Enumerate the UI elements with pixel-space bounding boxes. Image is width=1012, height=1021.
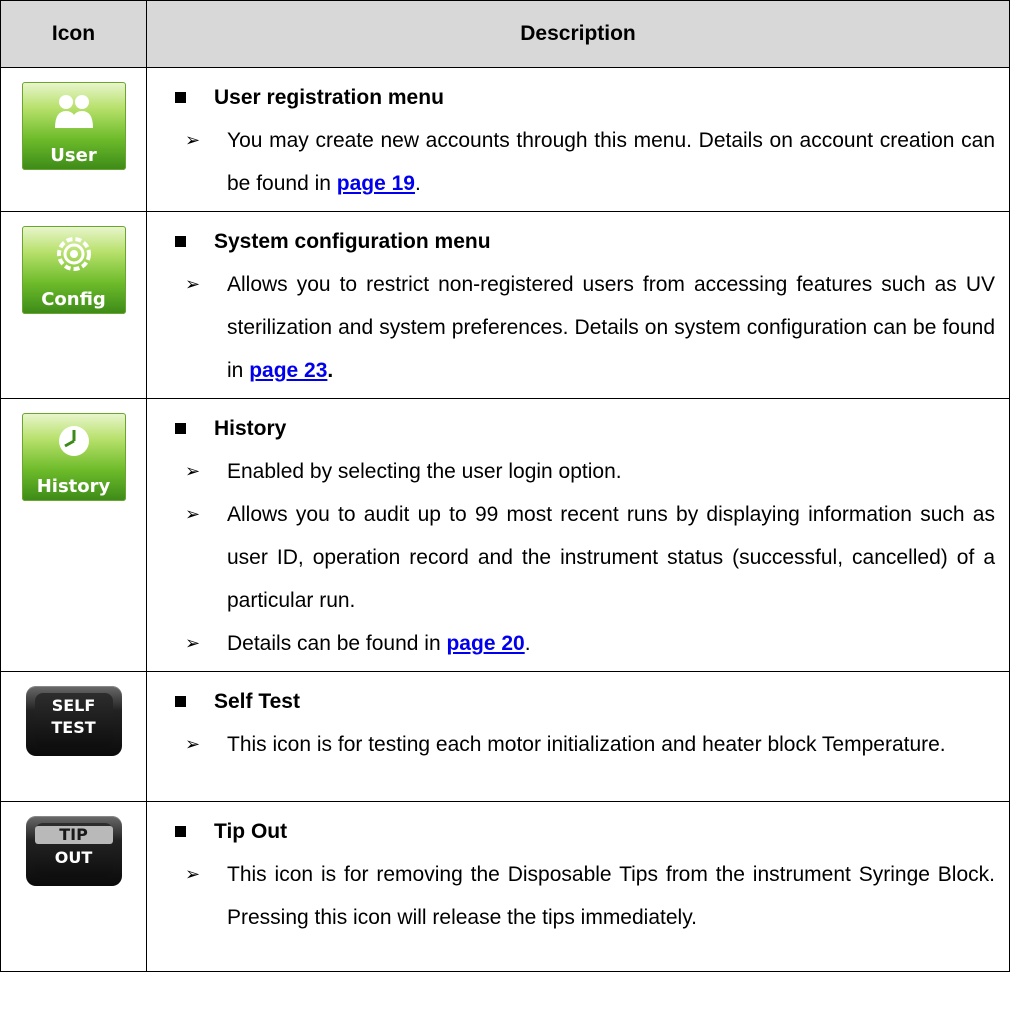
bullet-item: ➢ Allows you to restrict non-registered …: [165, 263, 995, 392]
table-header-row: Icon Description: [0, 0, 1010, 68]
description-cell: System configuration menu ➢ Allows you t…: [146, 211, 1010, 399]
row-title: History: [214, 417, 287, 440]
bullet-item: ➢ This icon is for removing the Disposab…: [165, 853, 995, 939]
row-title: Tip Out: [214, 820, 288, 843]
row-heading: System configuration menu: [165, 220, 995, 263]
row-heading: Tip Out: [165, 810, 995, 853]
bullet-text: Enabled by selecting the user login opti…: [227, 460, 622, 483]
tip-out-icon: TIP OUT: [25, 816, 122, 886]
icon-cell: History: [0, 398, 147, 672]
config-gear-icon: [56, 237, 91, 271]
bullet-item: ➢ You may create new accounts through th…: [165, 119, 995, 205]
bullet-text: Allows you to restrict non-registered us…: [227, 273, 995, 382]
bullet-item: ➢ This icon is for testing each motor in…: [165, 723, 995, 766]
arrow-bullet-icon: ➢: [185, 734, 201, 754]
tip-out-icon-line1: TIP: [34, 826, 113, 844]
bullet-text: Allows you to audit up to 99 most recent…: [227, 503, 995, 612]
row-title: User registration menu: [214, 86, 444, 109]
row-heading: User registration menu: [165, 76, 995, 119]
page-19-link[interactable]: page 19: [337, 172, 415, 195]
bullet-item: ➢ Enabled by selecting the user login op…: [165, 450, 995, 493]
square-bullet-icon: [175, 696, 186, 707]
arrow-bullet-icon: ➢: [185, 274, 201, 294]
arrow-bullet-icon: ➢: [185, 461, 201, 481]
page-23-link[interactable]: page 23: [249, 359, 327, 382]
bullet-text: Details can be found in page 20.: [227, 632, 531, 655]
table-row: History History ➢ Enabled by selecting t…: [0, 398, 1010, 672]
self-test-icon-line1: SELF: [51, 696, 96, 715]
table-row: Config System configuration menu ➢ Allow…: [0, 211, 1010, 399]
arrow-bullet-icon: ➢: [185, 633, 201, 653]
self-test-icon: SELF TEST: [25, 686, 122, 756]
description-cell: Tip Out ➢ This icon is for removing the …: [146, 801, 1010, 972]
page-20-link[interactable]: page 20: [446, 632, 524, 655]
history-clock-icon: [58, 426, 89, 456]
self-test-icon-line2: TEST: [51, 718, 96, 737]
user-icon-label: User: [50, 145, 97, 166]
square-bullet-icon: [175, 236, 186, 247]
table-row: TIP OUT Tip Out ➢ This icon is for remov…: [0, 801, 1010, 972]
description-cell: Self Test ➢ This icon is for testing eac…: [146, 671, 1010, 802]
icon-cell: Config: [0, 211, 147, 399]
arrow-bullet-icon: ➢: [185, 864, 201, 884]
square-bullet-icon: [175, 92, 186, 103]
header-description: Description: [146, 0, 1010, 68]
row-heading: History: [165, 407, 995, 450]
square-bullet-icon: [175, 423, 186, 434]
icon-description-table: Icon Description User User registration …: [0, 0, 1010, 972]
user-icon: User: [21, 82, 126, 170]
history-icon-label: History: [36, 476, 111, 497]
icon-cell: SELF TEST: [0, 671, 147, 802]
table-row: User User registration menu ➢ You may cr…: [0, 67, 1010, 212]
config-icon-label: Config: [41, 289, 106, 310]
icon-cell: TIP OUT: [0, 801, 147, 972]
row-title: Self Test: [214, 690, 300, 713]
description-cell: History ➢ Enabled by selecting the user …: [146, 398, 1010, 672]
row-heading: Self Test: [165, 680, 995, 723]
table-row: SELF TEST Self Test ➢ This icon is for t…: [0, 671, 1010, 802]
bullet-text: This icon is for removing the Disposable…: [227, 863, 995, 929]
arrow-bullet-icon: ➢: [185, 130, 201, 150]
icon-cell: User: [0, 67, 147, 212]
square-bullet-icon: [175, 826, 186, 837]
arrow-bullet-icon: ➢: [185, 504, 201, 524]
tip-out-icon-line2: OUT: [54, 848, 93, 867]
bullet-text: You may create new accounts through this…: [227, 129, 995, 195]
history-icon: History: [21, 413, 126, 501]
header-icon: Icon: [0, 0, 147, 68]
description-cell: User registration menu ➢ You may create …: [146, 67, 1010, 212]
bullet-item: ➢ Allows you to audit up to 99 most rece…: [165, 493, 995, 622]
config-icon: Config: [21, 226, 126, 314]
bullet-text: This icon is for testing each motor init…: [227, 733, 946, 756]
row-title: System configuration menu: [214, 230, 491, 253]
bullet-item: ➢ Details can be found in page 20.: [165, 622, 995, 665]
